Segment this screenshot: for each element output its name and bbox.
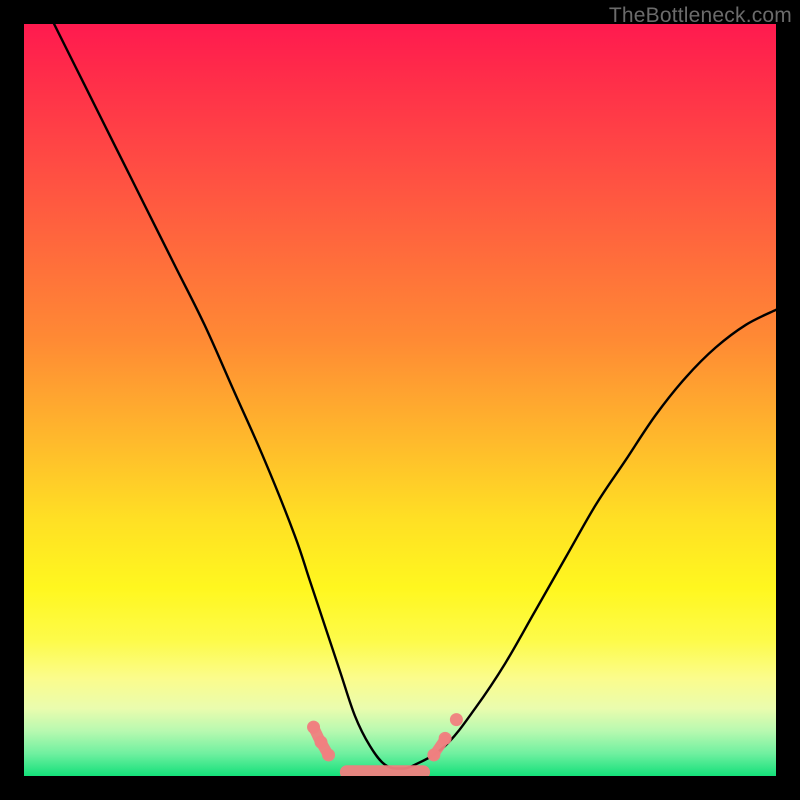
watermark-text: TheBottleneck.com — [609, 4, 792, 28]
chart-frame: TheBottleneck.com — [0, 0, 800, 800]
valley-overlay — [307, 713, 463, 776]
bottleneck-curve — [54, 24, 776, 769]
plot-area — [24, 24, 776, 776]
curve-layer — [24, 24, 776, 776]
